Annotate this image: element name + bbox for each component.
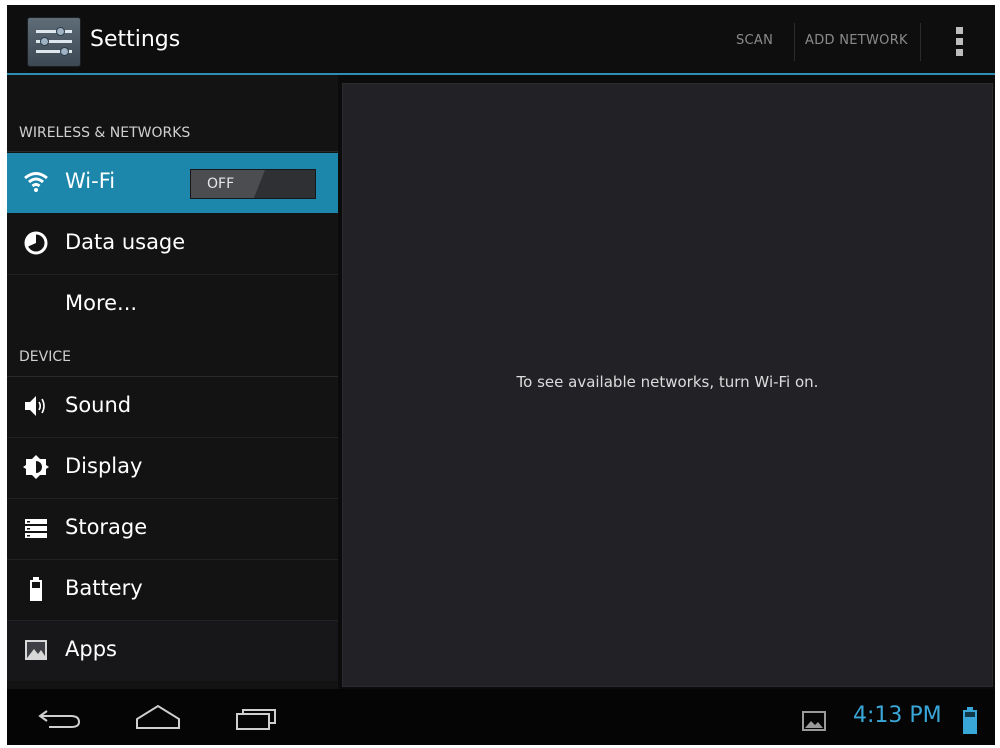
section-header-wireless: WIRELESS & NETWORKS xyxy=(19,125,191,141)
back-icon[interactable] xyxy=(37,707,83,729)
storage-icon xyxy=(25,519,47,538)
app-title: Settings xyxy=(90,27,181,52)
settings-item-label: Battery xyxy=(65,576,143,600)
battery-status-icon xyxy=(963,707,977,734)
section-divider xyxy=(7,151,338,152)
wifi-detail-pane: To see available networks, turn Wi-Fi on… xyxy=(342,83,993,687)
settings-item-storage[interactable]: Storage xyxy=(7,499,338,560)
system-navigation-bar: 4:13 PM xyxy=(7,689,995,745)
speaker-icon xyxy=(25,396,45,416)
brightness-icon xyxy=(23,455,49,479)
image-notification-icon[interactable] xyxy=(802,711,826,731)
action-divider xyxy=(920,23,921,61)
recent-apps-icon[interactable] xyxy=(235,705,281,731)
scan-button[interactable]: SCAN xyxy=(736,33,773,48)
overflow-menu-icon[interactable] xyxy=(951,27,969,57)
settings-item-label: Sound xyxy=(65,393,132,417)
wifi-toggle-state: OFF xyxy=(191,170,265,198)
settings-item-wifi[interactable]: Wi-Fi OFF xyxy=(7,153,338,213)
tablet-screen: Settings SCAN ADD NETWORK WIRELESS & NET… xyxy=(7,5,995,745)
settings-item-sound[interactable]: Sound xyxy=(7,377,338,438)
settings-sliders-icon[interactable] xyxy=(27,17,81,67)
status-clock: 4:13 PM xyxy=(853,703,942,728)
data-usage-icon xyxy=(24,231,48,255)
settings-item-label: Wi-Fi xyxy=(65,169,116,193)
action-divider xyxy=(794,23,795,61)
settings-item-label: More... xyxy=(65,291,138,315)
battery-icon xyxy=(30,577,42,601)
settings-item-battery[interactable]: Battery xyxy=(7,560,338,621)
settings-item-data-usage[interactable]: Data usage xyxy=(7,214,338,275)
section-header-device: DEVICE xyxy=(19,349,71,365)
apps-icon xyxy=(25,640,47,660)
settings-item-label: Apps xyxy=(65,637,117,661)
settings-item-label: Data usage xyxy=(65,230,186,254)
settings-list: WIRELESS & NETWORKS Wi-Fi OFF Data usage xyxy=(7,75,338,689)
action-bar: Settings SCAN ADD NETWORK xyxy=(7,5,995,73)
empty-state-message: To see available networks, turn Wi-Fi on… xyxy=(516,373,819,391)
settings-item-label: Display xyxy=(65,454,143,478)
settings-item-label: Storage xyxy=(65,515,148,539)
settings-item-display[interactable]: Display xyxy=(7,438,338,499)
add-network-button[interactable]: ADD NETWORK xyxy=(805,33,908,48)
wifi-toggle[interactable]: OFF xyxy=(190,169,316,199)
settings-item-apps[interactable]: Apps xyxy=(7,621,338,681)
settings-item-more[interactable]: More... xyxy=(7,275,338,333)
home-icon[interactable] xyxy=(134,703,182,731)
wifi-icon xyxy=(24,172,48,192)
